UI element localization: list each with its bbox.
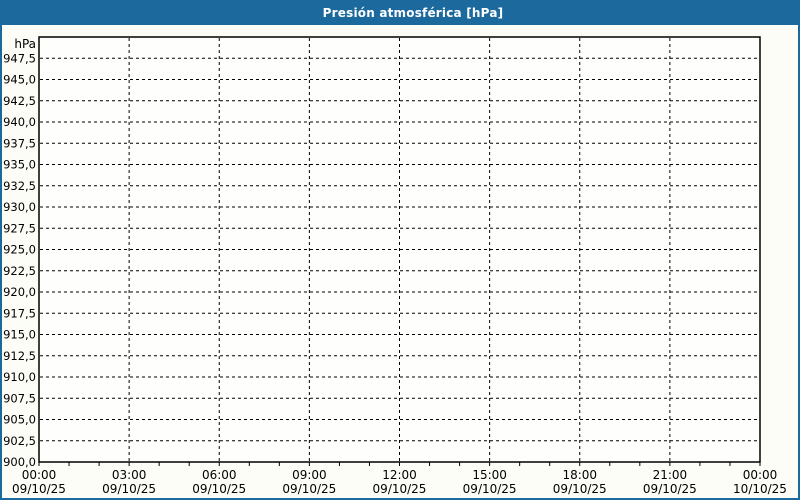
y-axis-tick-label: 942,5 — [3, 94, 36, 108]
y-axis-tick-label: 910,0 — [3, 370, 36, 384]
x-axis-time-label: 00:00 — [743, 468, 778, 482]
y-axis-tick-label: 940,0 — [3, 115, 36, 129]
y-axis-tick-label: 900,0 — [3, 455, 36, 469]
y-axis-tick-label: 937,5 — [3, 136, 36, 150]
y-axis-tick-label: 920,0 — [3, 285, 36, 299]
y-axis-tick-label: 922,5 — [3, 264, 36, 278]
y-axis-tick-label: 915,0 — [3, 328, 36, 342]
x-axis-time-label: 06:00 — [202, 468, 237, 482]
x-axis-time-label: 18:00 — [562, 468, 597, 482]
x-axis-time-label: 21:00 — [653, 468, 688, 482]
x-axis-time-label: 09:00 — [292, 468, 327, 482]
y-axis-tick-label: 947,5 — [3, 51, 36, 65]
x-axis-date-label: 09/10/25 — [282, 482, 336, 496]
y-axis-unit-label: hPa — [14, 37, 36, 51]
y-axis-tick-label: 945,0 — [3, 73, 36, 87]
x-axis-time-label: 12:00 — [382, 468, 417, 482]
y-axis-tick-label: 905,0 — [3, 413, 36, 427]
x-axis-date-label: 09/10/25 — [463, 482, 517, 496]
y-axis-tick-label: 927,5 — [3, 221, 36, 235]
x-axis-date-label: 10/10/25 — [733, 482, 787, 496]
x-axis-date-label: 09/10/25 — [553, 482, 607, 496]
x-axis-time-label: 03:00 — [112, 468, 147, 482]
x-axis-date-label: 09/10/25 — [373, 482, 427, 496]
pressure-chart-canvas: hPa947,5 945,0 942,5 940,0 937,5 935,0 932,5 93… — [3, 36, 787, 496]
y-axis-tick-label: 907,5 — [3, 391, 36, 405]
title-bar: Presión atmosférica [hPa] — [2, 2, 798, 25]
y-axis-tick-label: 902,5 — [3, 434, 36, 448]
x-axis-time-label: 15:00 — [472, 468, 507, 482]
y-axis-tick-label: 932,5 — [3, 179, 36, 193]
chart-window: Presión atmosférica [hPa] hPa 947,5 945,0 9… — [0, 0, 800, 500]
x-axis-date-label: 09/10/25 — [643, 482, 697, 496]
y-axis-tick-label: 930,0 — [3, 200, 36, 214]
chart-title: Presión atmosférica [hPa] — [322, 6, 504, 20]
x-axis-date-label: 09/10/25 — [12, 482, 66, 496]
x-axis-date-label: 09/10/25 — [192, 482, 246, 496]
x-axis-date-label: 09/10/25 — [102, 482, 156, 496]
y-axis-tick-label: 912,5 — [3, 349, 36, 363]
y-axis-tick-label: 917,5 — [3, 306, 36, 320]
y-axis-tick-label: 925,0 — [3, 243, 36, 257]
y-axis-tick-label: 935,0 — [3, 158, 36, 172]
x-axis-time-label: 00:00 — [22, 468, 57, 482]
